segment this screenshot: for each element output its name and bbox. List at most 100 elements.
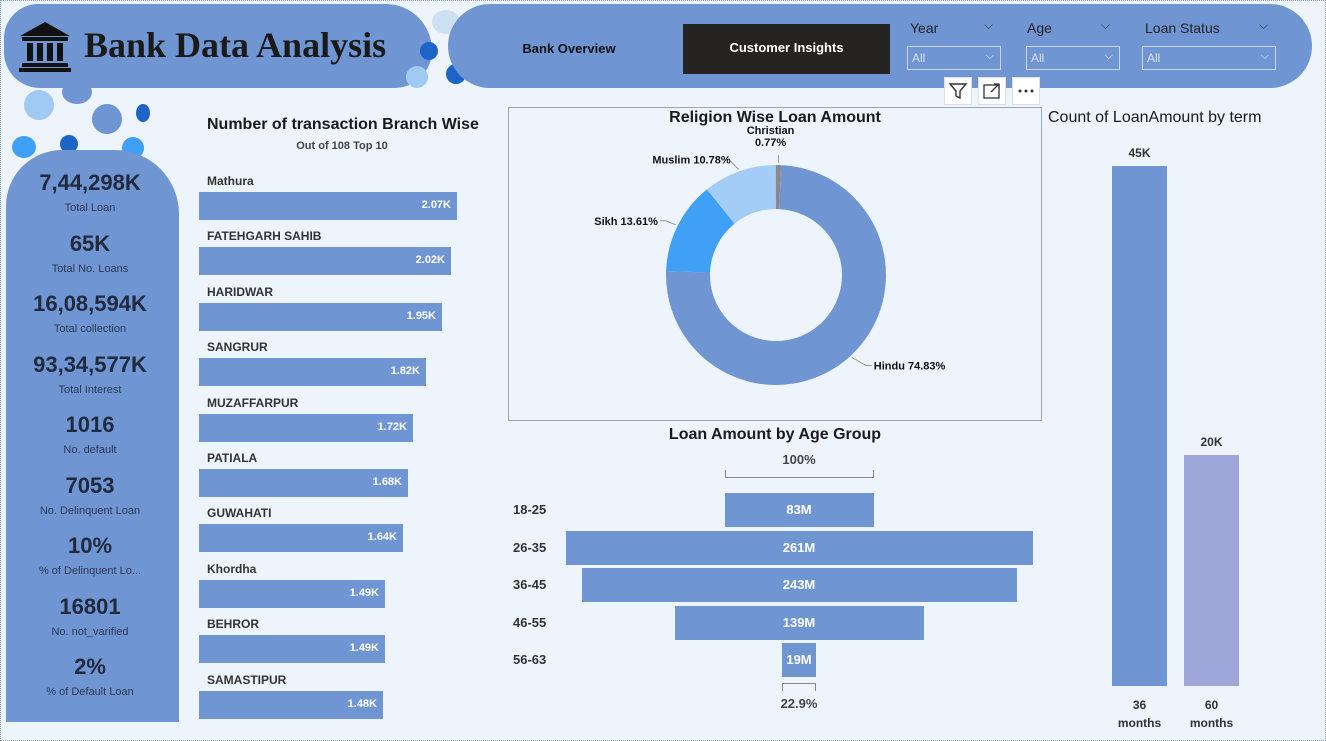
age-group-label: 36-45 [513, 577, 547, 592]
branch-data-label: 1.48K [347, 697, 377, 710]
funnel-data-label: 139M [782, 614, 816, 630]
decor-dot [62, 80, 92, 104]
age-group-label: 26-35 [513, 539, 547, 555]
term-category-label: 36 [1132, 698, 1147, 712]
christian-data-label: Christian 0.77% [747, 125, 795, 149]
decor-dot [136, 104, 150, 122]
kpi-value: 10% [67, 533, 113, 558]
age-slicer-label: Age [1027, 20, 1052, 36]
kpi-label: Total No. Loans [51, 262, 129, 275]
funnel-bottom-percent: 22.9% [780, 696, 818, 711]
branch-data-label: 2.07K [421, 199, 451, 211]
kpi-value: 16801 [59, 593, 121, 619]
branch-chart-subtitle: Out of 108 Top 10 [296, 140, 388, 152]
decor-dot [12, 136, 36, 158]
hindu-leader-line [851, 357, 872, 366]
loan-status-slicer-label: Loan Status [1145, 20, 1220, 36]
kpi-label: Total Interest [58, 383, 122, 396]
hindu-data-label: Hindu 74.83% [874, 360, 946, 372]
funnel-bar[interactable]: 243M [581, 568, 1017, 602]
branch-category-label: SANGRUR [207, 340, 268, 355]
funnel-data-label: 83M [786, 502, 812, 517]
funnel-bar[interactable]: 261M [565, 530, 1033, 565]
branch-data-label: 1.68K [372, 476, 402, 488]
filter-icon[interactable] [944, 77, 972, 105]
kpi-label: % of Delinquent Lo... [38, 565, 142, 577]
kpi-label: No. default [63, 444, 117, 456]
age-slicer-value: All [1031, 51, 1045, 65]
funnel-data-label: 243M [782, 577, 816, 592]
branch-data-label: 1.72K [377, 420, 407, 433]
year-slicer-value: All [912, 51, 926, 65]
branch-category-label: HARIDWAR [207, 284, 273, 299]
branch-category-label: PATIALA [207, 451, 258, 465]
age-group-label: 56-63 [513, 652, 547, 667]
age-group-label: 18-25 [513, 502, 547, 517]
customer-insights-button[interactable]: Customer Insights [683, 24, 890, 74]
more-options-icon[interactable] [1012, 77, 1040, 105]
branch-chart-title: Number of transaction Branch Wise [207, 116, 479, 133]
branch-bar[interactable]: 1.72K [199, 413, 413, 442]
decor-dot [24, 90, 54, 120]
funnel-bar[interactable]: 139M [674, 605, 924, 640]
chevron-down-icon: ⌵ [985, 50, 994, 62]
branch-data-label: 1.64K [367, 531, 397, 544]
page-title: Bank Data Analysis [84, 25, 387, 65]
chevron-down-icon[interactable]: ⌵ [1259, 18, 1268, 33]
kpi-label: Total Loan [64, 202, 116, 214]
funnel-top-bracket [724, 470, 874, 478]
term-bar[interactable] [1184, 455, 1239, 686]
term-category-label: months [1117, 716, 1162, 730]
loan-status-slicer-dropdown[interactable]: All ⌵ [1142, 46, 1276, 70]
branch-bar[interactable]: 1.68K [199, 469, 408, 497]
age-slicer-dropdown[interactable]: All ⌵ [1026, 46, 1120, 70]
sikh-data-label: Sikh 13.61% [594, 216, 658, 228]
religion-donut-chart: Hindu 74.83% Sikh 13.61% Muslim 10.78% Chri… [594, 125, 946, 385]
branch-bar[interactable]: 1.95K [199, 302, 442, 331]
term-data-label: 45K [1128, 146, 1151, 160]
funnel-bar[interactable]: 83M [724, 493, 874, 527]
kpi-label: % of Default Loan [46, 686, 134, 698]
funnel-bar[interactable]: 19M [782, 643, 816, 677]
muslim-leader-line [730, 161, 739, 170]
funnel-data-label: 19M [786, 652, 812, 667]
chevron-down-icon: ⌵ [1260, 50, 1269, 62]
kpi-value: 93,34,577K [33, 351, 147, 377]
funnel-top-percent: 100% [782, 452, 816, 467]
kpi-value: 7053 [65, 472, 115, 498]
chevron-down-icon[interactable]: ⌵ [1101, 18, 1110, 33]
branch-category-label: Khordha [207, 561, 257, 576]
year-slicer-label: Year [910, 20, 939, 36]
branch-category-label: BEHROR [207, 617, 260, 632]
chevron-down-icon[interactable]: ⌵ [984, 18, 993, 33]
branch-bar[interactable]: 1.64K [199, 524, 403, 553]
kpi-value: 65K [69, 230, 111, 256]
branch-category-label: Mathura [207, 174, 254, 188]
branch-bar[interactable]: 1.49K [199, 579, 385, 608]
branch-data-label: 1.82K [390, 365, 420, 378]
year-slicer-dropdown[interactable]: All ⌵ [907, 46, 1001, 70]
focus-mode-icon[interactable] [978, 77, 1006, 105]
age-chart-title: Loan Amount by Age Group [668, 426, 882, 443]
kpi-value: 1016 [65, 412, 115, 437]
funnel-bottom-bracket [782, 683, 816, 691]
branch-bar[interactable]: 1.82K [199, 358, 426, 387]
age-group-label: 46-55 [513, 614, 547, 630]
funnel-data-label: 261M [782, 539, 816, 555]
bank-icon [19, 22, 71, 72]
sikh-leader-line [659, 220, 677, 226]
kpi-label: No. Delinquent Loan [39, 504, 141, 517]
term-category-label: 60 [1204, 698, 1219, 712]
branch-category-label: SAMASTIPUR [207, 672, 287, 687]
branch-data-label: 1.95K [406, 309, 436, 322]
branch-bar[interactable]: 2.07K [199, 192, 457, 220]
term-data-label: 20K [1200, 435, 1223, 449]
kpi-value: 7,44,298K [39, 170, 141, 195]
branch-bar[interactable]: 1.48K [199, 690, 383, 719]
decor-dot [406, 66, 428, 88]
bank-overview-button[interactable]: Bank Overview [500, 25, 638, 73]
branch-bar[interactable]: 1.49K [199, 635, 385, 664]
term-bar[interactable] [1112, 166, 1167, 686]
branch-bar[interactable]: 2.02K [199, 247, 451, 276]
loan-status-slicer-value: All [1147, 51, 1161, 65]
